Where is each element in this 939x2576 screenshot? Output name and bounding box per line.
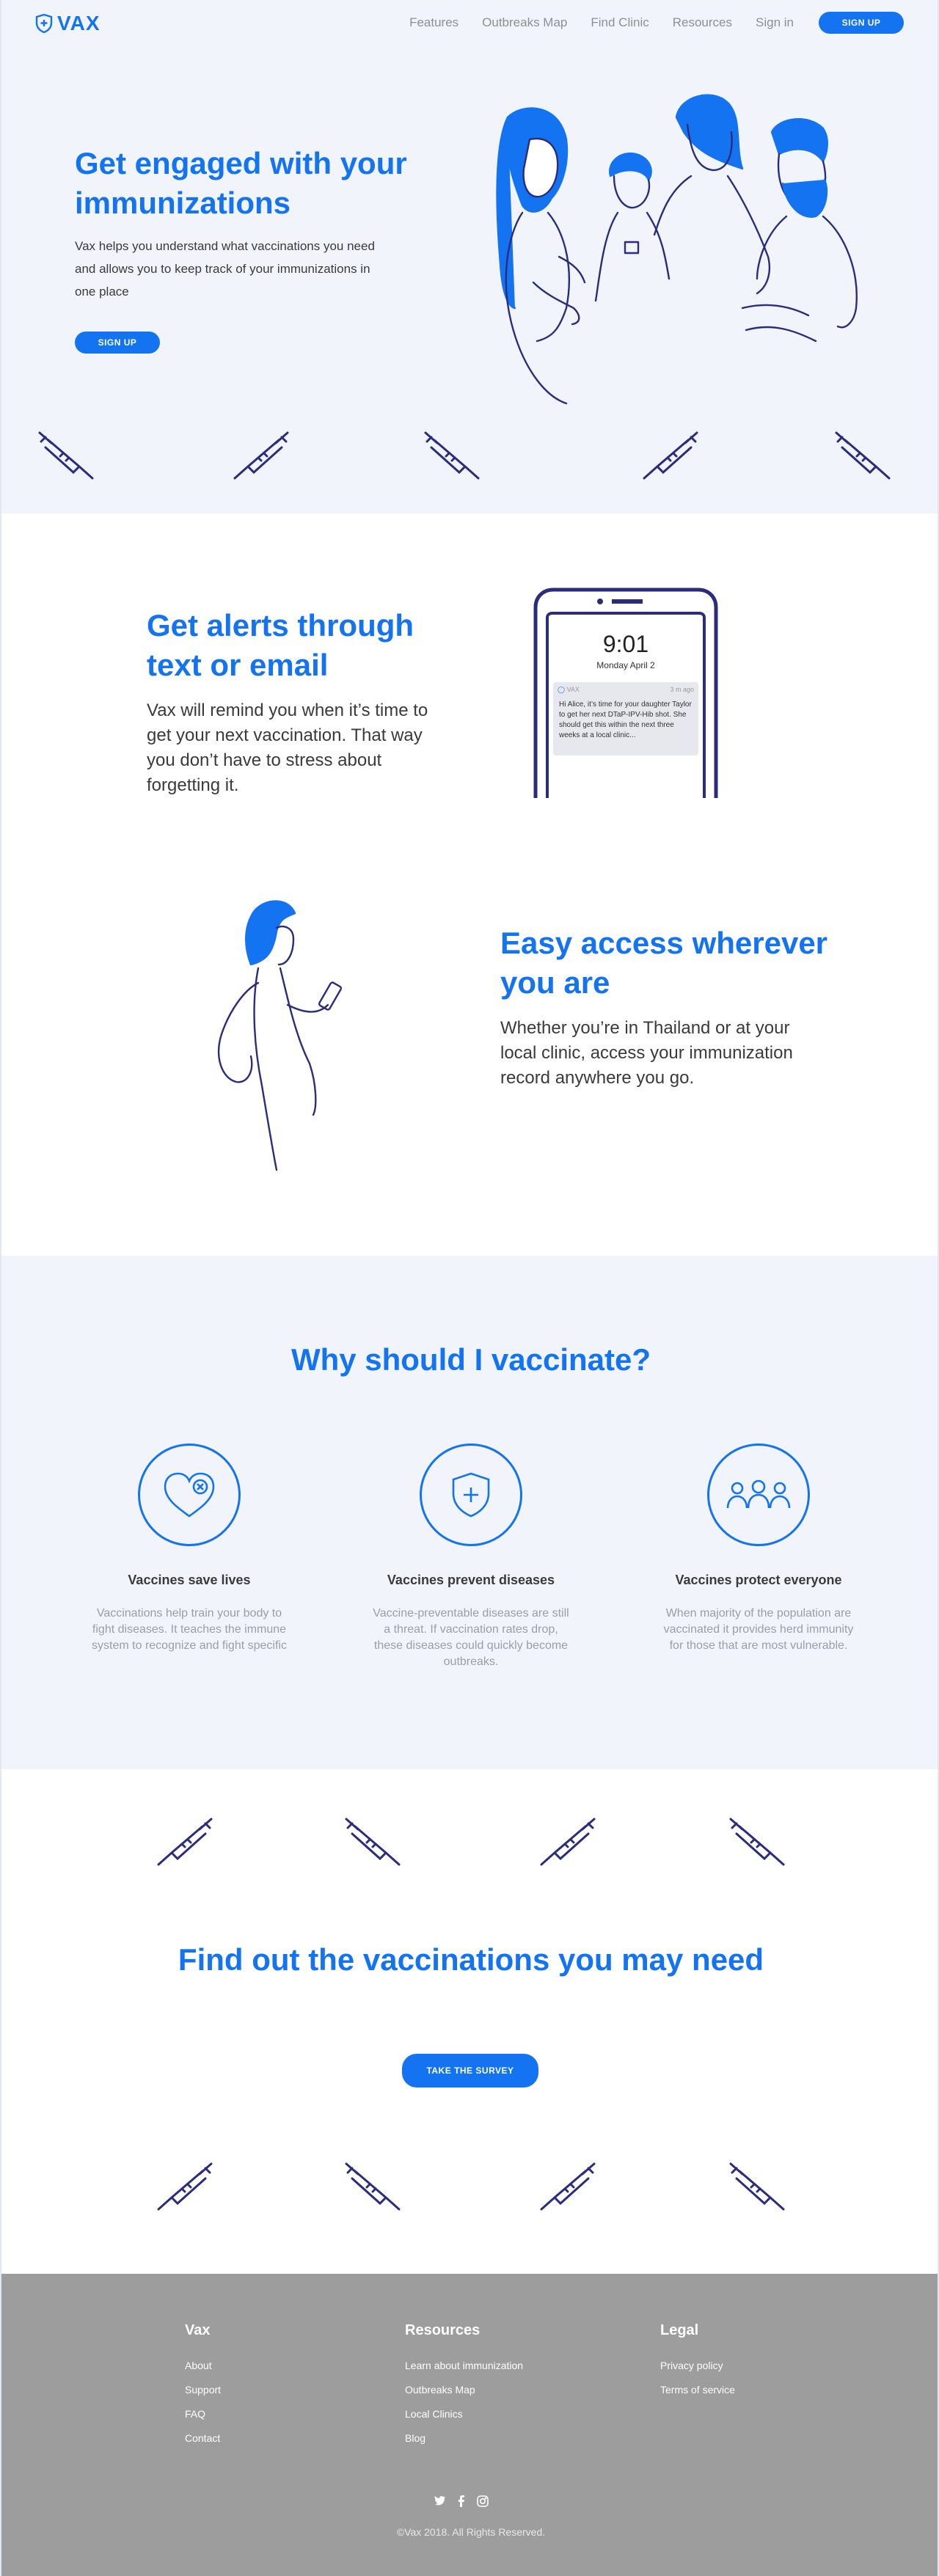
page: Get engaged with your immunizations Vax … xyxy=(0,0,939,2576)
footer-link-faq[interactable]: FAQ xyxy=(185,2402,221,2426)
heart-icon xyxy=(164,1472,215,1518)
footer-link-blog[interactable]: Blog xyxy=(405,2426,523,2451)
twitter-icon[interactable] xyxy=(434,2495,446,2506)
syringe-icon xyxy=(424,431,480,480)
why-icon-circle xyxy=(138,1443,241,1546)
nav-resources[interactable]: Resources xyxy=(673,10,732,35)
why-title: Why should I vaccinate? xyxy=(291,1342,651,1377)
why-item-title: Vaccines prevent diseases xyxy=(387,1573,555,1587)
syringe-icon xyxy=(157,1818,213,1866)
why-item-prevent-diseases: Vaccines prevent diseases Vaccine-preven… xyxy=(361,1443,581,1670)
phone-time: 9:01 xyxy=(602,631,649,657)
syringe-icon xyxy=(157,2162,213,2211)
syringe-icon xyxy=(233,431,289,480)
hero-section: Get engaged with your immunizations Vax … xyxy=(1,0,938,513)
logo-text: VAX xyxy=(57,12,101,34)
notification-card: ◯ VAX 3 m ago Hi Alice, it’s time for yo… xyxy=(553,682,698,755)
syringe-icon xyxy=(729,1818,785,1866)
why-icon-circle xyxy=(707,1443,810,1546)
copyright: ©Vax 2018. All Rights Reserved. xyxy=(396,2526,546,2538)
shield-plus-icon xyxy=(35,14,53,33)
social-links xyxy=(434,2495,489,2507)
footer: Vax About Support FAQ Contact Resources … xyxy=(1,2274,938,2576)
footer-heading: Resources xyxy=(405,2322,481,2338)
main-nav: Features Outbreaks Map Find Clinic Resou… xyxy=(386,10,904,35)
hero-text: Vax helps you understand what vaccinatio… xyxy=(75,239,375,299)
syringe-icon xyxy=(643,431,698,480)
footer-link-support[interactable]: Support xyxy=(185,2378,221,2402)
footer-link-local-clinics[interactable]: Local Clinics xyxy=(405,2402,523,2426)
nav-sign-in[interactable]: Sign in xyxy=(756,10,794,35)
hero-signup-button[interactable]: SIGN UP xyxy=(75,332,160,354)
why-item-title: Vaccines protect everyone xyxy=(675,1573,842,1587)
nav-find-clinic[interactable]: Find Clinic xyxy=(591,10,648,35)
syringe-icon xyxy=(345,2162,401,2211)
header-signup-button[interactable]: SIGN UP xyxy=(819,12,904,34)
notification-time: 3 m ago xyxy=(670,686,694,693)
syringe-icon xyxy=(835,431,891,480)
nav-outbreaks-map[interactable]: Outbreaks Map xyxy=(482,10,567,35)
vax-shield-icon: ◯ xyxy=(558,686,566,693)
footer-col-vax: Vax About Support FAQ Contact xyxy=(185,2322,221,2451)
nav-features[interactable]: Features xyxy=(409,10,458,35)
family-illustration xyxy=(496,94,858,405)
why-item-text: Vaccine-preventable diseases are still a… xyxy=(373,1607,569,1668)
woman-phone-illustration xyxy=(217,900,343,1171)
why-section: Why should I vaccinate? Vaccines save li… xyxy=(1,1256,938,1769)
syringe-icon xyxy=(38,431,94,480)
notification-app: VAX xyxy=(566,686,580,693)
alerts-title: Get alerts through text or email xyxy=(147,608,414,682)
phone-mockup: 9:01 Monday April 2 ◯ VAX 3 m ago Hi Ali… xyxy=(533,587,719,798)
hero-title: Get engaged with your immunizations xyxy=(75,146,407,220)
shield-icon xyxy=(452,1472,490,1518)
phone-date: Monday April 2 xyxy=(596,660,655,670)
logo[interactable]: VAX xyxy=(35,12,101,35)
instagram-icon[interactable] xyxy=(477,2495,489,2507)
footer-heading: Legal xyxy=(660,2322,699,2338)
why-item-text: Vaccinations help train your body to fig… xyxy=(92,1607,287,1652)
why-icon-circle xyxy=(420,1443,522,1546)
access-text: Whether you’re in Thailand or at your lo… xyxy=(500,1018,793,1088)
why-item-title: Vaccines save lives xyxy=(128,1573,251,1587)
footer-link-contact[interactable]: Contact xyxy=(185,2426,221,2451)
why-item-save-lives: Vaccines save lives Vaccinations help tr… xyxy=(79,1443,299,1654)
footer-link-learn[interactable]: Learn about immunization xyxy=(405,2354,523,2378)
notification-message: Hi Alice, it’s time for your daughter Ta… xyxy=(559,700,692,739)
facebook-icon[interactable] xyxy=(458,2495,465,2507)
survey-title: Find out the vaccinations you may need xyxy=(178,1942,764,1977)
header: VAX Features Outbreaks Map Find Clinic R… xyxy=(1,0,938,45)
syringe-icon xyxy=(729,2162,785,2211)
syringe-icon xyxy=(540,2162,596,2211)
notification-header: ◯ VAX 3 m ago xyxy=(558,686,694,694)
syringe-icon xyxy=(540,1818,596,1866)
syringe-icon xyxy=(345,1818,401,1866)
footer-heading: Vax xyxy=(185,2322,211,2338)
footer-link-about[interactable]: About xyxy=(185,2354,221,2378)
footer-link-terms[interactable]: Terms of service xyxy=(660,2378,735,2402)
footer-col-legal: Legal Privacy policy Terms of service xyxy=(660,2322,735,2402)
footer-col-resources: Resources Learn about immunization Outbr… xyxy=(405,2322,523,2451)
take-survey-button[interactable]: TAKE THE SURVEY xyxy=(402,2054,538,2087)
why-item-text: When majority of the population are vacc… xyxy=(663,1607,854,1652)
footer-link-privacy[interactable]: Privacy policy xyxy=(660,2354,735,2378)
people-icon xyxy=(726,1479,791,1509)
why-item-protect-everyone: Vaccines protect everyone When majority … xyxy=(648,1443,869,1654)
access-title: Easy access wherever you are xyxy=(500,926,828,1000)
footer-link-outbreaks-map[interactable]: Outbreaks Map xyxy=(405,2378,523,2402)
alerts-text: Vax will remind you when it’s time to ge… xyxy=(147,700,428,795)
